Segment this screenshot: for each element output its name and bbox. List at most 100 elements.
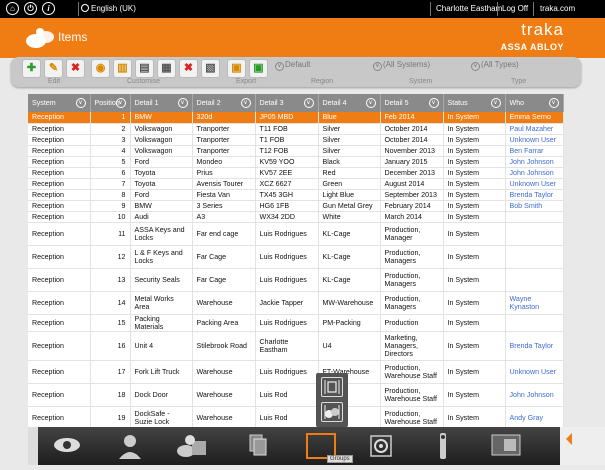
table-row[interactable]: Reception 16 Unit 4 Stilebrook Road Charlott…: [28, 331, 564, 361]
chevron-down-icon[interactable]: ∨: [240, 98, 251, 108]
system-dropdown[interactable]: ∨ (All Systems): [373, 60, 430, 71]
dock-right-arrow[interactable]: [560, 427, 605, 465]
chevron-down-icon[interactable]: ∨: [177, 98, 188, 108]
chevron-down-icon[interactable]: ∨: [303, 98, 314, 108]
table-row[interactable]: Reception 1 BMW 320d JP05 MBD Blue Feb 2014 In …: [28, 112, 564, 124]
cell-who: Brenda Taylor: [505, 189, 564, 201]
cell-status: In System: [443, 156, 506, 168]
column-header-detail-4[interactable]: Detail 4 ∨: [318, 94, 381, 112]
cell-detail-4: Light Blue: [318, 189, 381, 201]
chevron-down-icon[interactable]: ∨: [365, 98, 376, 108]
table-row[interactable]: Reception 6 Toyota Prius KV57 2EE Red December…: [28, 167, 564, 179]
info-icon[interactable]: i: [42, 2, 55, 15]
export-excel-icon[interactable]: ▣: [249, 59, 268, 78]
cell-system: Reception: [28, 406, 91, 430]
cell-status: In System: [443, 331, 506, 361]
column-header-detail-3[interactable]: Detail 3 ∨: [255, 94, 319, 112]
page-title: Items: [58, 30, 88, 44]
cell-detail-5: March 2014: [380, 211, 444, 223]
toolbar: ✚ ✎ ✖ Edit ◉ ▥ ▤ ▦ ✖ ▧ Customise ▣ ▣ Exp…: [11, 57, 581, 87]
table-row[interactable]: Reception 5 Ford Mondeo KV59 YOO Black January…: [28, 156, 564, 168]
settings-icon[interactable]: [368, 433, 394, 459]
view-icon[interactable]: ◉: [91, 59, 110, 78]
cell-position: 18: [90, 383, 131, 407]
documents-icon[interactable]: [248, 433, 268, 459]
eye-icon[interactable]: [52, 435, 82, 455]
cell-system: Reception: [28, 156, 91, 168]
chevron-down-icon[interactable]: ∨: [548, 98, 559, 108]
table-row[interactable]: Reception 8 Ford Fiesta Van TX45 3GH Light Bl…: [28, 189, 564, 201]
cell-detail-5: Production, Warehouse Staff: [380, 360, 444, 384]
cell-detail-1: Volkswagon: [130, 145, 193, 157]
dock-left-arrow[interactable]: [28, 427, 38, 465]
column-header-status[interactable]: Status ∨: [443, 94, 506, 112]
chevron-down-icon: ∨: [471, 62, 480, 71]
language-selector[interactable]: English (UK): [81, 4, 136, 13]
cell-position: 12: [90, 245, 131, 269]
column-header-detail-1[interactable]: Detail 1 ∨: [130, 94, 193, 112]
logoff-link[interactable]: Log Off: [502, 4, 528, 13]
region-label: Region: [311, 78, 334, 85]
display-icon[interactable]: [490, 433, 522, 459]
cell-system: Reception: [28, 222, 91, 246]
cell-detail-1: Ford: [130, 156, 193, 168]
save-layout-icon[interactable]: ▤: [135, 59, 154, 78]
table-row[interactable]: Reception 9 BMW 3 Series HG6 1FB Gun Metal Gr…: [28, 200, 564, 212]
items-icon[interactable]: [176, 433, 210, 459]
key-icon[interactable]: [436, 431, 450, 461]
table-row[interactable]: Reception 17 Fork Lift Truck Warehouse Luis …: [28, 360, 564, 384]
columns-icon[interactable]: ▥: [113, 59, 132, 78]
region-dropdown[interactable]: ∨ Default: [275, 60, 310, 71]
cell-detail-2: Tranporter: [192, 123, 256, 135]
power-icon[interactable]: ⏻: [24, 2, 37, 15]
chevron-down-icon[interactable]: ∨: [490, 98, 501, 108]
cell-status: In System: [443, 383, 506, 407]
table-row[interactable]: Reception 19 DockSafe - Suzie Lock Warehous…: [28, 406, 564, 430]
cell-who: John Johnson: [505, 156, 564, 168]
cell-detail-3: Luis Rodrigues: [255, 314, 319, 332]
chevron-down-icon[interactable]: ∨: [75, 98, 86, 108]
arrow-left-icon: [566, 433, 572, 445]
cell-detail-2: Packing Area: [192, 314, 256, 332]
table-row[interactable]: Reception 10 Audi A3 WX34 2DD White March 2014…: [28, 211, 564, 223]
chevron-down-icon[interactable]: ∨: [115, 98, 126, 108]
cell-who: [505, 245, 564, 269]
table-row[interactable]: Reception 7 Toyota Avensis Tourer XCZ 6627 Gr…: [28, 178, 564, 190]
group-list-icon[interactable]: [321, 377, 343, 397]
export-pdf-icon[interactable]: ▣: [227, 59, 246, 78]
home-icon[interactable]: ⌂: [6, 2, 19, 15]
load-layout-icon[interactable]: ▦: [157, 59, 176, 78]
edit-icon[interactable]: ✎: [44, 59, 63, 78]
chevron-down-icon[interactable]: ∨: [428, 98, 439, 108]
type-dropdown[interactable]: ∨ (All Types): [471, 60, 519, 71]
site-link[interactable]: traka.com: [540, 4, 575, 13]
table-row[interactable]: Reception 11 ASSA Keys and Locks Far end ca…: [28, 222, 564, 246]
user-icon[interactable]: [118, 433, 142, 459]
cell-detail-2: Warehouse: [192, 291, 256, 315]
column-header-detail-5[interactable]: Detail 5 ∨: [380, 94, 444, 112]
divider: [430, 2, 431, 16]
column-header-label: Detail 5: [384, 99, 409, 107]
cell-position: 7: [90, 178, 131, 190]
table-row[interactable]: Reception 4 Volkswagon Tranporter T12 FOB Sil…: [28, 145, 564, 157]
table-row[interactable]: Reception 14 Metal Works Area Warehouse Jack…: [28, 291, 564, 315]
table-row[interactable]: Reception 18 Dock Door Warehouse Luis Rod Pro…: [28, 383, 564, 407]
cell-detail-5: January 2015: [380, 156, 444, 168]
column-header-detail-2[interactable]: Detail 2 ∨: [192, 94, 256, 112]
table-row[interactable]: Reception 3 Volkswagon Tranporter T1 FOB Silv…: [28, 134, 564, 146]
delete-icon[interactable]: ✖: [66, 59, 85, 78]
reset-layout-icon[interactable]: ✖: [179, 59, 198, 78]
column-header-position[interactable]: Position ∨: [90, 94, 131, 112]
column-header-system[interactable]: System ∨: [28, 94, 91, 112]
column-header-who[interactable]: Who ∨: [505, 94, 564, 112]
table-row[interactable]: Reception 2 Volkswagon Tranporter T11 FOB Sil…: [28, 123, 564, 135]
cell-detail-5: October 2014: [380, 123, 444, 135]
table-row[interactable]: Reception 13 Security Seals Far Cage Luis Ro…: [28, 268, 564, 292]
filter-icon[interactable]: ▧: [201, 59, 220, 78]
cell-detail-2: Far Cage: [192, 245, 256, 269]
add-icon[interactable]: ✚: [22, 59, 41, 78]
table-row[interactable]: Reception 12 L & F Keys and Locks Far Cage L…: [28, 245, 564, 269]
cell-status: In System: [443, 167, 506, 179]
group-items-icon[interactable]: [321, 402, 343, 422]
table-row[interactable]: Reception 15 Packing Materials Packing Area…: [28, 314, 564, 332]
